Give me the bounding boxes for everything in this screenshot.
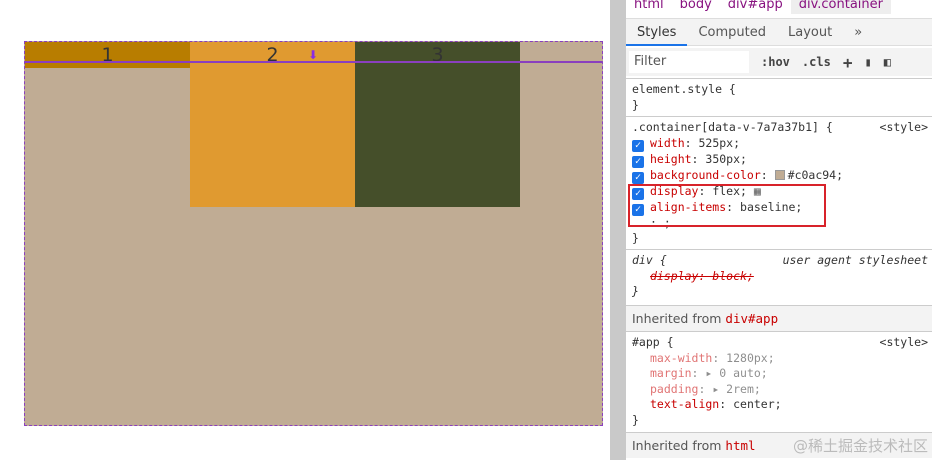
checkbox[interactable]: ✓ — [632, 171, 644, 184]
page-viewport: 1 2 3 ⬇ — [0, 0, 610, 460]
prop-name[interactable]: text-align — [650, 397, 719, 411]
color-swatch[interactable] — [774, 169, 785, 180]
cls-button[interactable]: .cls — [802, 55, 831, 69]
rule-close: } — [632, 231, 639, 245]
prop-name[interactable]: margin — [650, 366, 692, 380]
tab-styles[interactable]: Styles — [626, 19, 688, 46]
panel-resizer[interactable] — [610, 0, 626, 460]
tab-layout[interactable]: Layout — [777, 19, 843, 46]
rule-close: } — [632, 412, 639, 427]
inherited-element-link[interactable]: div#app — [725, 311, 778, 326]
watermark: @稀土掘金技术社区 — [792, 437, 928, 455]
rule-close: } — [632, 97, 639, 112]
inherited-element-link[interactable]: html — [725, 438, 755, 453]
devtools-panel: html body div#app div.container Styles C… — [626, 0, 932, 460]
checkbox[interactable]: ✓ — [632, 155, 644, 168]
container-rule: <style> .container[data-v-7a7a37b1] { ✓ w… — [626, 116, 932, 249]
selector: element.style { — [632, 82, 736, 96]
label: Inherited from — [632, 311, 722, 326]
rule-source[interactable]: <style> — [880, 120, 928, 136]
prop-name[interactable]: max-width — [650, 351, 712, 365]
crumb-app[interactable]: div#app — [720, 0, 791, 14]
ua-div-rule: user agent stylesheet div { display: blo… — [626, 249, 932, 305]
prop-value[interactable]: #c0ac94; — [788, 168, 843, 182]
app-rule: <style> #app { max-width: 1280px; margin… — [626, 331, 932, 432]
prop-value[interactable]: ▸ 0 auto; — [705, 366, 767, 380]
toggle-sidebar-icon[interactable]: ◧ — [884, 55, 891, 69]
filter-bar: Filter :hov .cls + ▮ ◧ — [626, 48, 932, 76]
checkbox[interactable]: ✓ — [632, 139, 644, 152]
tab-computed[interactable]: Computed — [687, 19, 777, 46]
flex-item-1[interactable]: 1 — [25, 42, 190, 68]
hov-button[interactable]: :hov — [761, 55, 790, 69]
crumb-container[interactable]: div.container — [790, 0, 891, 14]
prop-value[interactable]: 350px; — [705, 152, 747, 166]
prop-name[interactable]: padding — [650, 382, 698, 396]
prop-max-width: max-width: 1280px; — [650, 350, 775, 365]
flex-item-2[interactable]: 2 — [190, 42, 355, 207]
rule-source[interactable]: <style> — [880, 335, 928, 351]
align-arrow-icon: ⬇ — [308, 48, 319, 62]
highlight-box — [628, 184, 826, 227]
devtools-tabs: Styles Computed Layout » — [626, 18, 932, 46]
rule-source: user agent stylesheet — [782, 253, 928, 267]
overridden-prop: display: block; — [650, 268, 754, 283]
prop-name[interactable]: width — [650, 136, 685, 150]
breadcrumb: html body div#app div.container — [626, 0, 932, 14]
prop-value[interactable]: ▸ 2rem; — [712, 382, 760, 396]
prop-padding: padding: ▸ 2rem; — [650, 381, 761, 396]
crumb-html[interactable]: html — [626, 0, 672, 14]
inherited-header-html: Inherited from html @稀土掘金技术社区 — [626, 432, 932, 458]
rule-close: } — [632, 284, 639, 298]
prop-value[interactable]: center; — [733, 397, 781, 411]
prop-width: ✓ width: 525px; — [632, 136, 926, 152]
prop-height: ✓ height: 350px; — [632, 152, 926, 168]
prop-value[interactable]: 525px; — [698, 136, 740, 150]
filter-input[interactable]: Filter — [629, 51, 749, 73]
inherited-header-app: Inherited from div#app — [626, 305, 932, 331]
element-style-rule: element.style { } — [626, 78, 932, 116]
label: Inherited from — [632, 438, 722, 453]
crumb-body[interactable]: body — [672, 0, 720, 14]
prop-margin: margin: ▸ 0 auto; — [650, 366, 768, 380]
prop-name[interactable]: height — [650, 152, 692, 166]
flex-container[interactable]: 1 2 3 ⬇ — [24, 41, 603, 426]
prop-background-color: ✓ background-color: #c0ac94; — [632, 168, 926, 184]
flex-item-3[interactable]: 3 — [355, 42, 520, 207]
add-rule-icon[interactable]: + — [843, 53, 853, 72]
prop-name[interactable]: background-color — [650, 168, 761, 182]
paint-brush-icon[interactable]: ▮ — [864, 55, 871, 69]
more-tabs-icon[interactable]: » — [843, 19, 873, 46]
prop-value[interactable]: 1280px; — [726, 351, 774, 365]
prop-text-align: text-align: center; — [650, 397, 782, 411]
